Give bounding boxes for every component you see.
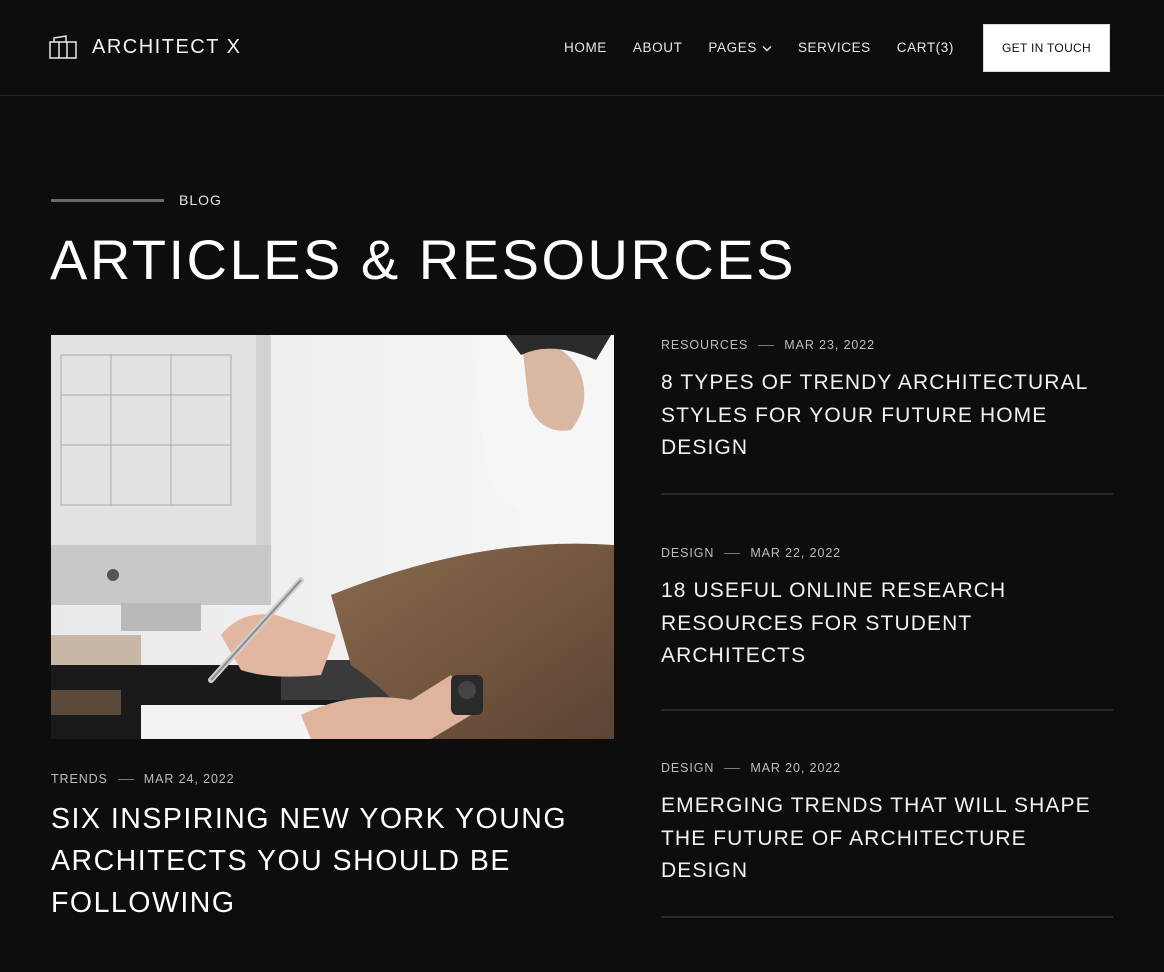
nav-about[interactable]: ABOUT <box>633 40 683 55</box>
article-title[interactable]: EMERGING TRENDS THAT WILL SHAPE THE FUTU… <box>661 790 1113 888</box>
article-category[interactable]: DESIGN <box>661 761 714 775</box>
article-title[interactable]: 8 TYPES OF TRENDY ARCHITECTURAL STYLES F… <box>661 367 1113 465</box>
get-in-touch-button[interactable]: GET IN TOUCH <box>983 24 1110 72</box>
eyebrow-divider <box>51 198 164 202</box>
featured-article-image[interactable] <box>51 335 614 739</box>
brand-logo-link[interactable]: ARCHITECT X <box>48 34 241 60</box>
article-date: MAR 22, 2022 <box>750 546 842 560</box>
featured-article-title[interactable]: SIX INSPIRING NEW YORK YOUNG ARCHITECTS … <box>51 798 611 924</box>
nav-pages-label: PAGES <box>708 40 757 55</box>
article-date: MAR 23, 2022 <box>784 338 875 352</box>
article-category[interactable]: RESOURCES <box>661 338 748 352</box>
article-divider <box>661 493 1113 495</box>
nav-services[interactable]: SERVICES <box>798 40 871 55</box>
article-divider <box>661 709 1113 711</box>
section-eyebrow: BLOG <box>51 192 222 208</box>
article-item[interactable]: RESOURCES MAR 23, 2022 8 TYPES OF TRENDY… <box>661 337 1113 465</box>
page-title: ARTICLES & RESOURCES <box>50 228 797 291</box>
article-item[interactable]: DESIGN MAR 22, 2022 18 USEFUL ONLINE RES… <box>661 545 1113 673</box>
featured-article-meta: TRENDS MAR 24, 2022 <box>51 772 235 786</box>
article-meta: DESIGN MAR 20, 2022 <box>661 760 1113 776</box>
brand-name: ARCHITECT X <box>92 35 242 58</box>
meta-separator <box>758 344 775 346</box>
article-item[interactable]: DESIGN MAR 20, 2022 EMERGING TRENDS THAT… <box>661 760 1113 888</box>
article-meta: DESIGN MAR 22, 2022 <box>661 545 1113 561</box>
chevron-down-icon <box>762 40 772 55</box>
article-divider <box>661 916 1113 918</box>
article-date: MAR 20, 2022 <box>750 761 842 775</box>
nav-home[interactable]: HOME <box>564 40 607 55</box>
site-header: ARCHITECT X HOME ABOUT PAGES SERVICES CA… <box>0 0 1164 96</box>
nav-cart[interactable]: CART(3) <box>897 40 954 55</box>
meta-separator <box>117 778 134 780</box>
eyebrow-label: BLOG <box>179 192 222 208</box>
article-meta: RESOURCES MAR 23, 2022 <box>661 337 1113 353</box>
featured-article-category[interactable]: TRENDS <box>51 772 108 786</box>
nav-pages[interactable]: PAGES <box>708 40 772 55</box>
featured-article-date: MAR 24, 2022 <box>143 772 235 786</box>
article-category[interactable]: DESIGN <box>661 546 714 560</box>
meta-separator <box>724 552 741 554</box>
meta-separator <box>724 767 741 769</box>
article-title[interactable]: 18 USEFUL ONLINE RESEARCH RESOURCES FOR … <box>661 575 1113 673</box>
building-icon <box>48 34 78 60</box>
main-nav: HOME ABOUT PAGES SERVICES CART(3) <box>564 40 954 55</box>
